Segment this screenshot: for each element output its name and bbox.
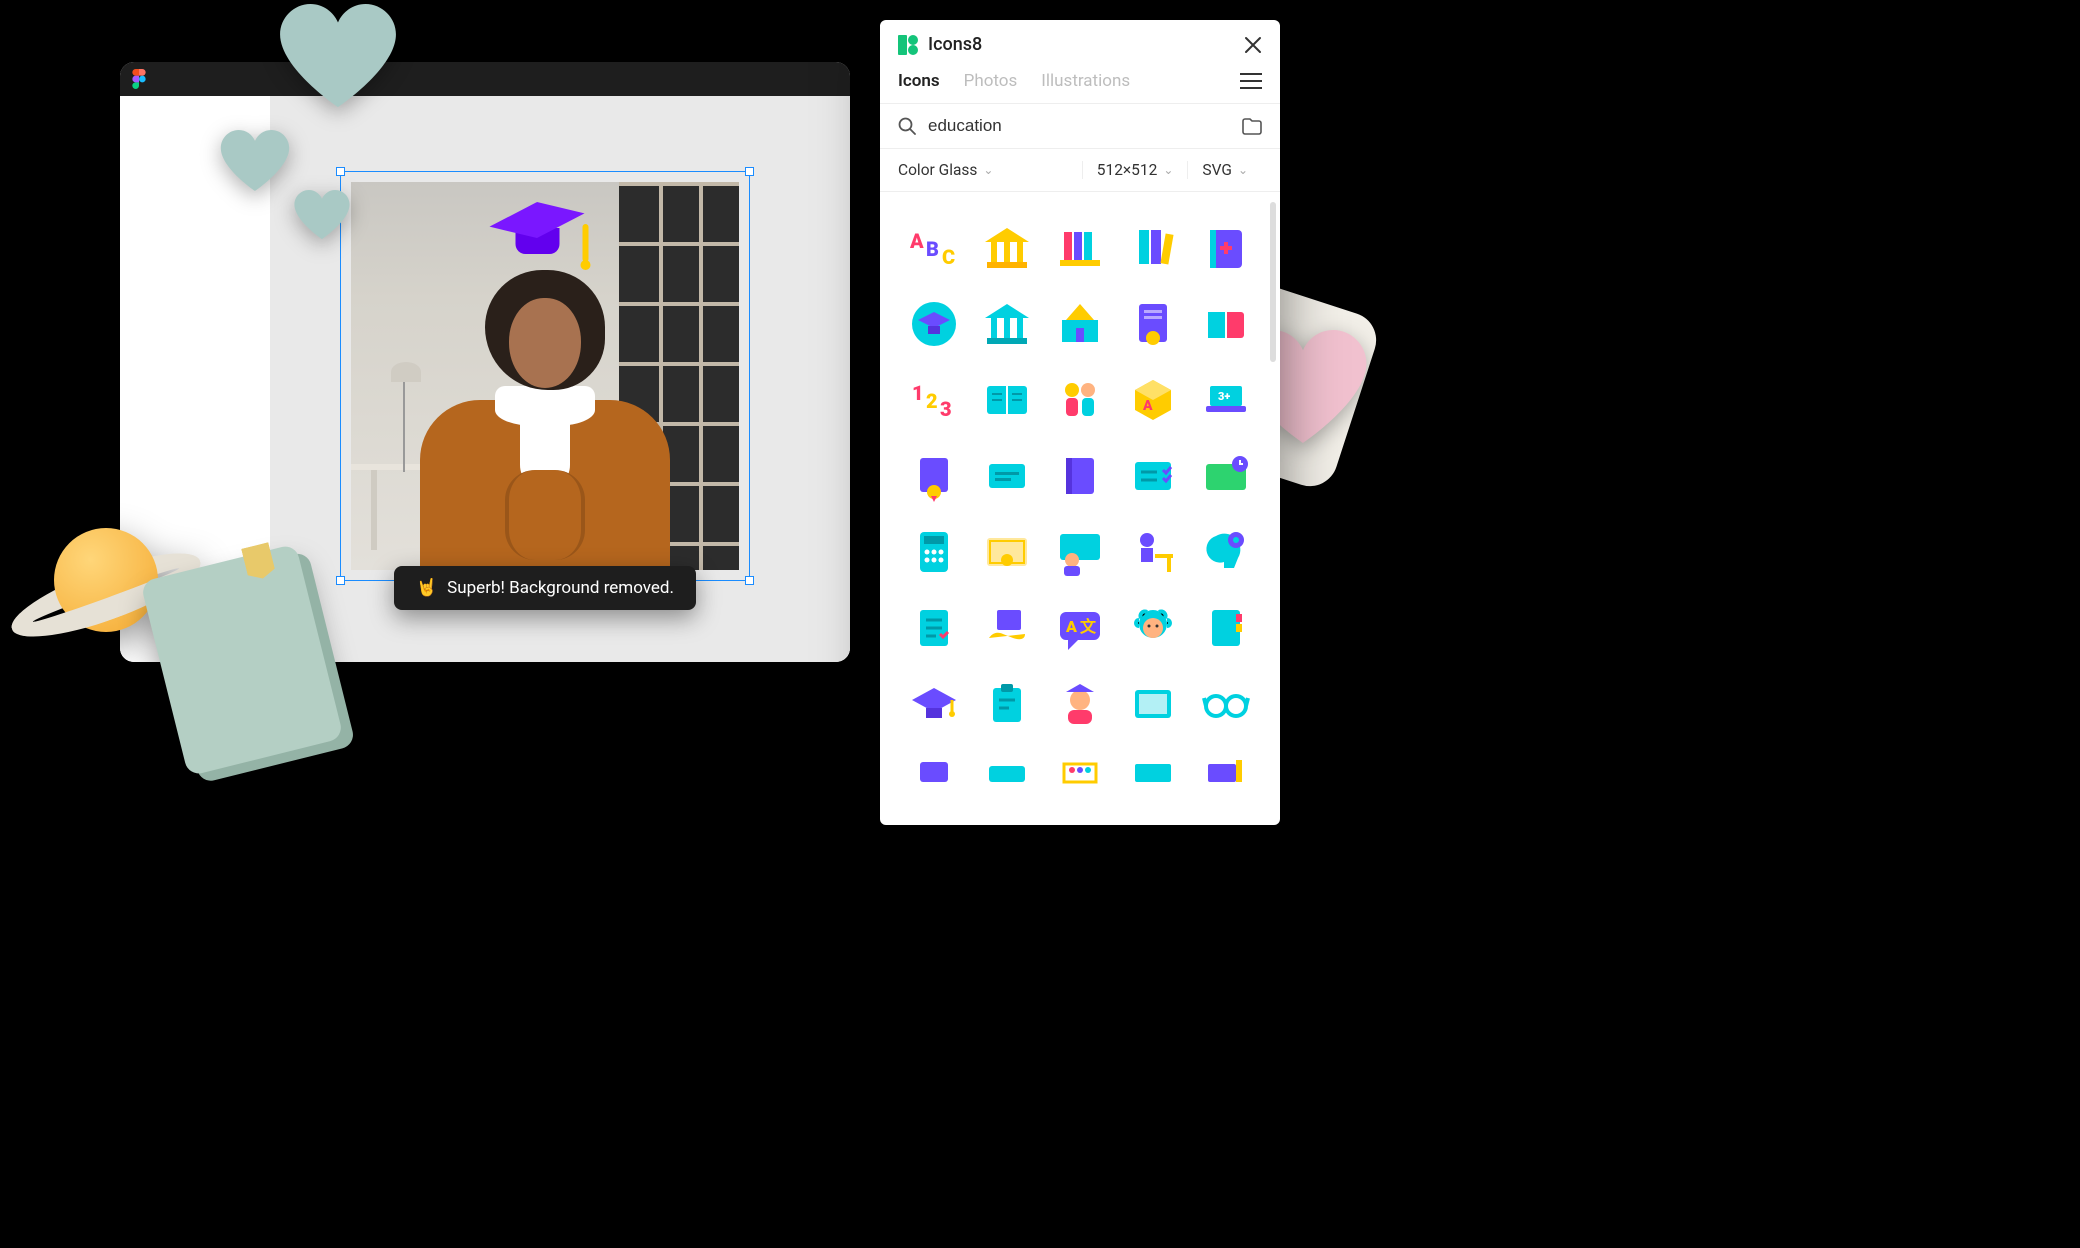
student-grad-icon[interactable]: [1054, 678, 1106, 730]
search-icon: [898, 117, 916, 135]
certificate-icon[interactable]: [981, 526, 1033, 578]
diploma-icon[interactable]: [1127, 298, 1179, 350]
heart-teal-large-icon: [278, 4, 398, 109]
notebook-tabs-icon[interactable]: [1200, 602, 1252, 654]
svg-text:B: B: [926, 237, 939, 261]
checklist-icon[interactable]: [1127, 450, 1179, 502]
glasses-icon[interactable]: [1200, 678, 1252, 730]
clipboard-icon[interactable]: [981, 678, 1033, 730]
board-clock-icon[interactable]: [1200, 450, 1252, 502]
resize-handle-tr[interactable]: [745, 167, 754, 176]
book-purple-icon[interactable]: [908, 754, 960, 806]
toast-notification: 🤘 Superb! Background removed.: [394, 566, 696, 610]
language-chat-icon[interactable]: A文: [1054, 602, 1106, 654]
icon-results-grid: ABC 123 A 3+: [880, 192, 1280, 822]
school-building-icon[interactable]: [1054, 298, 1106, 350]
svg-text:3+: 3+: [1218, 390, 1230, 403]
numbers-123-icon[interactable]: 123: [908, 374, 960, 426]
calculator-icon[interactable]: [908, 526, 960, 578]
folder-result-icon[interactable]: [981, 754, 1033, 806]
folder-icon[interactable]: [1242, 117, 1262, 135]
books-shelf-icon[interactable]: [1054, 222, 1106, 274]
book-closed-icon[interactable]: [1054, 450, 1106, 502]
graduation-cap-icon[interactable]: [908, 678, 960, 730]
selection-frame[interactable]: 🤘 Superb! Background removed.: [340, 171, 750, 581]
chevron-down-icon: ⌄: [983, 163, 993, 177]
format-filter-dropdown[interactable]: SVG⌄: [1187, 161, 1262, 179]
board-result-icon[interactable]: [1127, 754, 1179, 806]
svg-text:2: 2: [926, 389, 938, 413]
card-horizontal-icon[interactable]: [981, 450, 1033, 502]
bank-icon[interactable]: [981, 222, 1033, 274]
book-ribbon-icon[interactable]: [908, 450, 960, 502]
abacus-icon[interactable]: [1054, 754, 1106, 806]
notebook-plus-icon[interactable]: [1200, 222, 1252, 274]
heart-teal-small-icon: [293, 190, 351, 240]
figma-logo-icon: [132, 69, 146, 89]
abc-block-icon[interactable]: A: [1127, 374, 1179, 426]
open-book-icon[interactable]: [1200, 298, 1252, 350]
close-icon[interactable]: [1244, 36, 1262, 54]
abc-icon[interactable]: ABC: [908, 222, 960, 274]
svg-text:文: 文: [1080, 617, 1097, 636]
tablet-icon[interactable]: [1127, 678, 1179, 730]
chevron-down-icon: ⌄: [1163, 163, 1173, 177]
svg-text:A: A: [909, 229, 924, 253]
svg-text:A: A: [1065, 617, 1077, 636]
task-list-icon[interactable]: [908, 602, 960, 654]
panel-tabs: Icons Photos Illustrations: [880, 65, 1280, 104]
pencil-book-icon[interactable]: [1200, 754, 1252, 806]
resize-handle-bl[interactable]: [336, 576, 345, 585]
size-filter-dropdown[interactable]: 512×512⌄: [1082, 161, 1188, 179]
svg-text:3: 3: [940, 397, 952, 421]
resize-handle-tl[interactable]: [336, 167, 345, 176]
university-icon[interactable]: [981, 298, 1033, 350]
open-textbook-icon[interactable]: [981, 374, 1033, 426]
scrollbar[interactable]: [1270, 202, 1276, 362]
children-icon[interactable]: [1054, 374, 1106, 426]
heart-teal-medium-icon: [220, 130, 290, 192]
einstein-icon[interactable]: [1127, 602, 1179, 654]
svg-text:C: C: [942, 245, 955, 269]
books-stack-icon[interactable]: [1127, 222, 1179, 274]
style-filter-dropdown[interactable]: Color Glass⌄: [898, 161, 1082, 179]
tab-illustrations[interactable]: Illustrations: [1041, 71, 1130, 91]
icons8-plugin-panel: Icons8 Icons Photos Illustrations Color …: [880, 20, 1280, 825]
search-input[interactable]: [928, 116, 1230, 136]
figma-titlebar: [120, 62, 850, 96]
tab-photos[interactable]: Photos: [964, 71, 1018, 91]
laptop-learning-icon[interactable]: 3+: [1200, 374, 1252, 426]
rock-hand-emoji-icon: 🤘: [416, 578, 437, 598]
student-desk-icon[interactable]: [1127, 526, 1179, 578]
panel-title: Icons8: [928, 34, 1234, 55]
svg-text:1: 1: [912, 381, 924, 405]
brain-gear-icon[interactable]: [1200, 526, 1252, 578]
svg-text:A: A: [1142, 398, 1153, 414]
toast-text: Superb! Background removed.: [447, 578, 674, 598]
resize-handle-br[interactable]: [745, 576, 754, 585]
menu-icon[interactable]: [1240, 73, 1262, 89]
icons8-logo-icon: [898, 35, 918, 55]
chevron-down-icon: ⌄: [1238, 163, 1248, 177]
teacher-icon[interactable]: [1054, 526, 1106, 578]
hand-book-icon[interactable]: [981, 602, 1033, 654]
graduation-cap-overlay-icon[interactable]: [490, 202, 585, 262]
tab-icons[interactable]: Icons: [898, 71, 940, 91]
graduation-cap-circle-icon[interactable]: [908, 298, 960, 350]
canvas-photo[interactable]: [351, 182, 739, 570]
